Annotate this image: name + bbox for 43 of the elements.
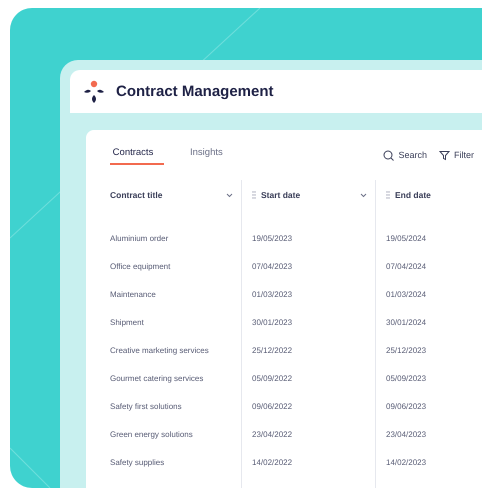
column-header[interactable]: Contract title: [110, 180, 241, 210]
search-icon: [383, 150, 394, 160]
logo-icon: [82, 80, 106, 104]
filter-button[interactable]: Filter: [439, 150, 474, 160]
search-button[interactable]: Search: [383, 150, 427, 160]
table-cell-text: Shipment: [110, 316, 145, 329]
table-cell: 23/04/2023: [375, 420, 482, 448]
table-cell: 01/03/2024: [375, 280, 482, 308]
app-title: Contract Management: [116, 83, 274, 100]
table-cell: 19/05/2023: [241, 224, 375, 252]
table-cell: 05/09/2023: [375, 364, 482, 392]
table-cell: 07/04/2023: [241, 252, 375, 280]
table-cell: 14/02/2022: [241, 448, 375, 476]
table-cell: 05/09/2022: [241, 364, 375, 392]
table-cell-text: Aluminium order: [110, 232, 170, 244]
column-header[interactable]: Start date: [241, 180, 375, 210]
table-cell: 25/12/2022: [241, 336, 375, 364]
column-header[interactable]: End date: [375, 180, 482, 210]
table-cell-text: Maintenance: [110, 288, 157, 300]
table-cell: 30/01/2023: [241, 308, 375, 336]
table-cell: 19/05/2024: [375, 224, 482, 252]
table-cell: 30/01/2024: [375, 308, 482, 336]
table-cell-text: Office equipment: [110, 260, 172, 273]
table-cell: 09/06/2023: [375, 392, 482, 420]
table-cell-text: Gourmet catering services: [110, 372, 204, 385]
chevron-down-icon: [226, 192, 233, 198]
table-cell-text: Safety supplies: [110, 456, 166, 469]
table-cell-text: Creative marketing services: [110, 344, 210, 357]
chevron-down-icon: [360, 192, 367, 198]
tab[interactable]: Insights: [190, 145, 231, 165]
table-cell: 01/03/2023: [241, 280, 375, 308]
table-cell-text: Green energy solutions: [110, 428, 194, 441]
table-cell: 25/12/2023: [375, 336, 482, 364]
table-cell: 23/04/2022: [241, 420, 375, 448]
tab[interactable]: Contracts: [110, 145, 164, 165]
decorative-line: [10, 448, 50, 488]
drag-handle-icon: [386, 191, 390, 199]
table-cell: 09/06/2022: [241, 392, 375, 420]
table-cell: 14/02/2023: [375, 448, 482, 476]
filter-icon: [439, 150, 450, 160]
table-cell-text: Safety first solutions: [110, 400, 183, 413]
drag-handle-icon: [252, 191, 256, 199]
table-cell: 07/04/2024: [375, 252, 482, 280]
